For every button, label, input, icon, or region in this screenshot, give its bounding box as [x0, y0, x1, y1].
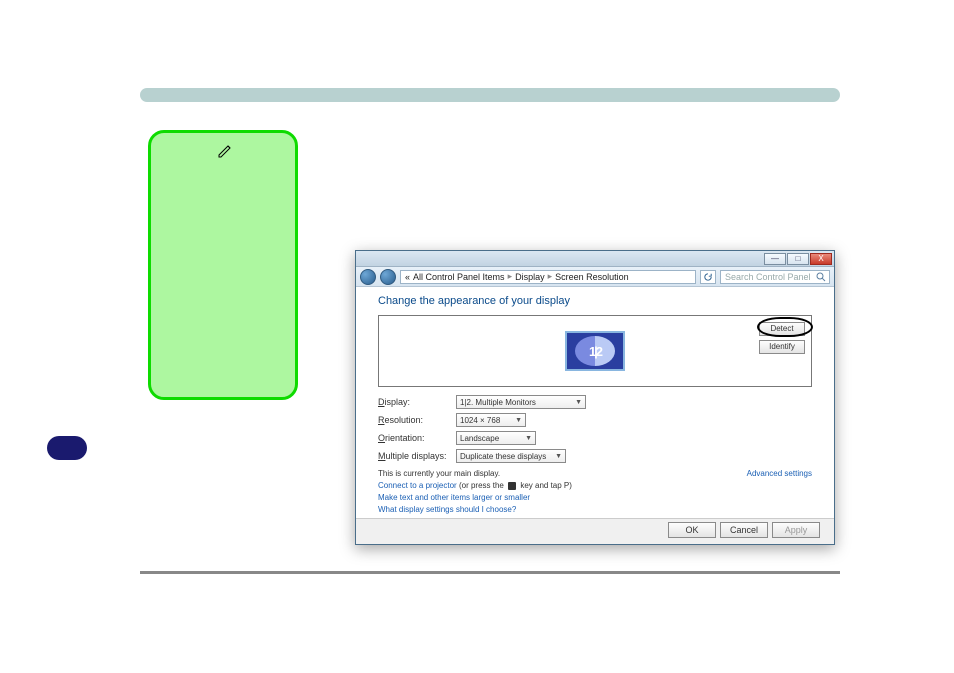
multiple-displays-select[interactable]: Duplicate these displays ▼: [456, 449, 566, 463]
orientation-select[interactable]: Landscape ▼: [456, 431, 536, 445]
resolution-value: 1024 × 768: [460, 416, 500, 425]
display-thumbnail[interactable]: 1|2: [565, 331, 625, 371]
ok-button[interactable]: OK: [668, 522, 716, 538]
breadcrumb-root-icon: «: [405, 272, 410, 282]
orientation-value: Landscape: [460, 434, 499, 443]
resolution-label: Resolution:: [378, 415, 456, 425]
search-placeholder: Search Control Panel: [725, 272, 811, 282]
identify-button[interactable]: Identify: [759, 340, 805, 354]
pencil-icon: [217, 143, 233, 164]
address-bar: « All Control Panel Items ▸ Display ▸ Sc…: [356, 267, 834, 287]
resolution-select[interactable]: 1024 × 768 ▼: [456, 413, 526, 427]
refresh-button[interactable]: [700, 270, 716, 284]
forward-button[interactable]: [380, 269, 396, 285]
projector-hint: (or press the key and tap P): [459, 481, 572, 490]
refresh-icon: [704, 273, 712, 281]
advanced-settings-link[interactable]: Advanced settings: [747, 469, 812, 478]
display-number-badge: 1|2: [575, 336, 615, 366]
text-size-link[interactable]: Make text and other items larger or smal…: [378, 493, 812, 502]
apply-button[interactable]: Apply: [772, 522, 820, 538]
multiple-displays-label: Multiple displays:: [378, 451, 456, 461]
search-icon: [816, 272, 826, 284]
windows-key-icon: [508, 482, 516, 490]
main-display-note: This is currently your main display. Adv…: [378, 469, 812, 478]
breadcrumb-item[interactable]: Screen Resolution: [555, 272, 629, 282]
chevron-down-icon: ▼: [515, 417, 522, 424]
display-label: DDisplay:isplay:: [378, 397, 456, 407]
orientation-label: Orientation:: [378, 433, 456, 443]
maximize-button[interactable]: □: [787, 253, 809, 265]
breadcrumb-item[interactable]: Display: [515, 272, 545, 282]
cancel-button[interactable]: Cancel: [720, 522, 768, 538]
step-badge: [47, 436, 87, 460]
chevron-right-icon: ▸: [548, 271, 553, 282]
detect-button[interactable]: Detect: [759, 322, 805, 336]
chevron-down-icon: ▼: [525, 435, 532, 442]
dialog-actions: OK Cancel Apply: [668, 522, 820, 538]
settings-grid: DDisplay:isplay: 1|2. Multiple Monitors …: [378, 395, 812, 463]
screen-resolution-window: — □ X « All Control Panel Items ▸ Displa…: [355, 250, 835, 545]
minimize-button[interactable]: —: [764, 253, 786, 265]
display-help-link[interactable]: What display settings should I choose?: [378, 505, 812, 514]
chevron-down-icon: ▼: [555, 453, 562, 460]
multiple-displays-value: Duplicate these displays: [460, 452, 546, 461]
chevron-down-icon: ▼: [575, 399, 582, 406]
chevron-right-icon: ▸: [508, 271, 513, 282]
breadcrumb[interactable]: « All Control Panel Items ▸ Display ▸ Sc…: [400, 270, 696, 284]
connect-projector-link[interactable]: Connect to a projector (or press the key…: [378, 481, 812, 490]
close-button[interactable]: X: [810, 253, 832, 265]
display-select[interactable]: 1|2. Multiple Monitors ▼: [456, 395, 586, 409]
horizontal-divider: [140, 571, 840, 574]
page-title: Change the appearance of your display: [378, 295, 812, 307]
search-input[interactable]: Search Control Panel: [720, 270, 830, 284]
window-body: Change the appearance of your display 1|…: [356, 287, 834, 514]
display-value: 1|2. Multiple Monitors: [460, 398, 536, 407]
breadcrumb-item[interactable]: All Control Panel Items: [413, 272, 505, 282]
window-titlebar: — □ X: [356, 251, 834, 267]
back-button[interactable]: [360, 269, 376, 285]
note-panel: [148, 130, 298, 400]
section-header-bar: [140, 88, 840, 102]
display-preview: 1|2 Detect Identify: [378, 315, 812, 387]
